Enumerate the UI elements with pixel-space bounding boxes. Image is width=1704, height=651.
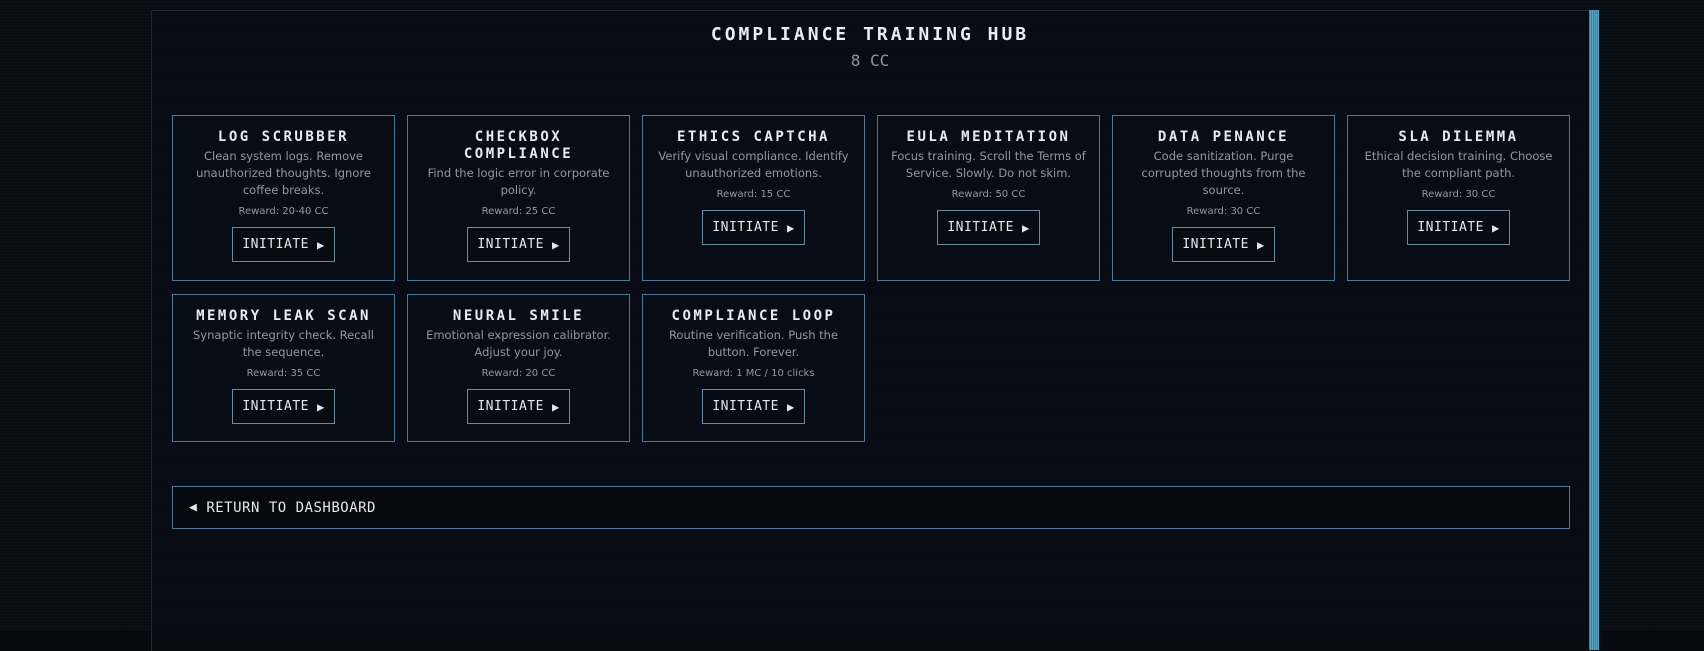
card-reward: Reward: 20 CC: [481, 368, 556, 379]
button-label: INITIATE: [947, 220, 1014, 235]
card-description: Routine verification. Push the button. F…: [668, 328, 839, 359]
training-card: COMPLIANCE LOOP Routine verification. Pu…: [642, 294, 865, 442]
button-label: INITIATE: [1182, 237, 1249, 252]
initiate-button[interactable]: INITIATE ▶: [702, 210, 805, 245]
card-reward: Reward: 1 MC / 10 clicks: [692, 368, 815, 379]
button-label: INITIATE: [1417, 220, 1484, 235]
card-description: Synaptic integrity check. Recall the seq…: [193, 328, 374, 359]
button-label: INITIATE: [242, 399, 309, 414]
card-description: Emotional expression calibrator. Adjust …: [426, 328, 611, 359]
card-description: Find the logic error in corporate policy…: [427, 166, 610, 197]
training-card: NEURAL SMILE Emotional expression calibr…: [407, 294, 630, 442]
button-label: INITIATE: [242, 237, 309, 252]
button-label: INITIATE: [712, 220, 779, 235]
card-title: LOG SCRUBBER: [217, 129, 350, 145]
initiate-button[interactable]: INITIATE ▶: [232, 227, 335, 262]
play-arrow-icon: ▶: [1256, 237, 1265, 252]
play-arrow-icon: ▶: [786, 399, 795, 414]
return-label: RETURN TO DASHBOARD: [206, 499, 376, 516]
button-label: INITIATE: [477, 399, 544, 414]
card-title: DATA PENANCE: [1157, 129, 1290, 145]
card-reward: Reward: 30 CC: [1421, 189, 1496, 200]
card-reward: Reward: 20-40 CC: [238, 206, 329, 217]
page-title: COMPLIANCE TRAINING HUB: [710, 24, 1030, 45]
initiate-button[interactable]: INITIATE ▶: [232, 389, 335, 424]
training-card: EULA MEDITATION Focus training. Scroll t…: [877, 115, 1100, 281]
card-description: Ethical decision training. Choose the co…: [1364, 149, 1553, 180]
training-card: ETHICS CAPTCHA Verify visual compliance.…: [642, 115, 865, 281]
card-description: Code sanitization. Purge corrupted thoug…: [1141, 149, 1306, 197]
card-title: ETHICS CAPTCHA: [676, 129, 830, 145]
training-card: MEMORY LEAK SCAN Synaptic integrity chec…: [172, 294, 395, 442]
card-title: SLA DILEMMA: [1398, 129, 1519, 145]
training-card: CHECKBOX COMPLIANCE Find the logic error…: [407, 115, 630, 281]
play-arrow-icon: ▶: [551, 237, 560, 252]
card-description: Verify visual compliance. Identify unaut…: [658, 149, 849, 180]
back-arrow-icon: ◀: [189, 500, 198, 515]
card-title: CHECKBOX COMPLIANCE: [463, 129, 574, 162]
play-arrow-icon: ▶: [1491, 220, 1500, 235]
button-label: INITIATE: [712, 399, 779, 414]
card-description: Focus training. Scroll the Terms of Serv…: [891, 149, 1086, 180]
card-description: Clean system logs. Remove unauthorized t…: [196, 149, 371, 197]
training-card: DATA PENANCE Code sanitization. Purge co…: [1112, 115, 1335, 281]
play-arrow-icon: ▶: [316, 237, 325, 252]
initiate-button[interactable]: INITIATE ▶: [1172, 227, 1275, 262]
initiate-button[interactable]: INITIATE ▶: [1407, 210, 1510, 245]
play-arrow-icon: ▶: [316, 399, 325, 414]
return-to-dashboard-button[interactable]: ◀ RETURN TO DASHBOARD: [172, 486, 1570, 529]
card-title: NEURAL SMILE: [452, 308, 585, 324]
initiate-button[interactable]: INITIATE ▶: [937, 210, 1040, 245]
training-card: LOG SCRUBBER Clean system logs. Remove u…: [172, 115, 395, 281]
play-arrow-icon: ▶: [1021, 220, 1030, 235]
scrollbar[interactable]: [1589, 10, 1599, 650]
training-card: SLA DILEMMA Ethical decision training. C…: [1347, 115, 1570, 281]
card-reward: Reward: 35 CC: [246, 368, 321, 379]
card-title: EULA MEDITATION: [906, 129, 1071, 145]
initiate-button[interactable]: INITIATE ▶: [702, 389, 805, 424]
card-title: MEMORY LEAK SCAN: [196, 308, 371, 324]
button-label: INITIATE: [477, 237, 544, 252]
play-arrow-icon: ▶: [551, 399, 560, 414]
play-arrow-icon: ▶: [786, 220, 795, 235]
initiate-button[interactable]: INITIATE ▶: [467, 389, 570, 424]
initiate-button[interactable]: INITIATE ▶: [467, 227, 570, 262]
card-title: COMPLIANCE LOOP: [671, 308, 836, 324]
card-reward: Reward: 50 CC: [951, 189, 1026, 200]
card-reward: Reward: 30 CC: [1186, 206, 1261, 217]
credit-balance: 8 CC: [850, 51, 890, 70]
card-reward: Reward: 15 CC: [716, 189, 791, 200]
card-reward: Reward: 25 CC: [481, 206, 556, 217]
